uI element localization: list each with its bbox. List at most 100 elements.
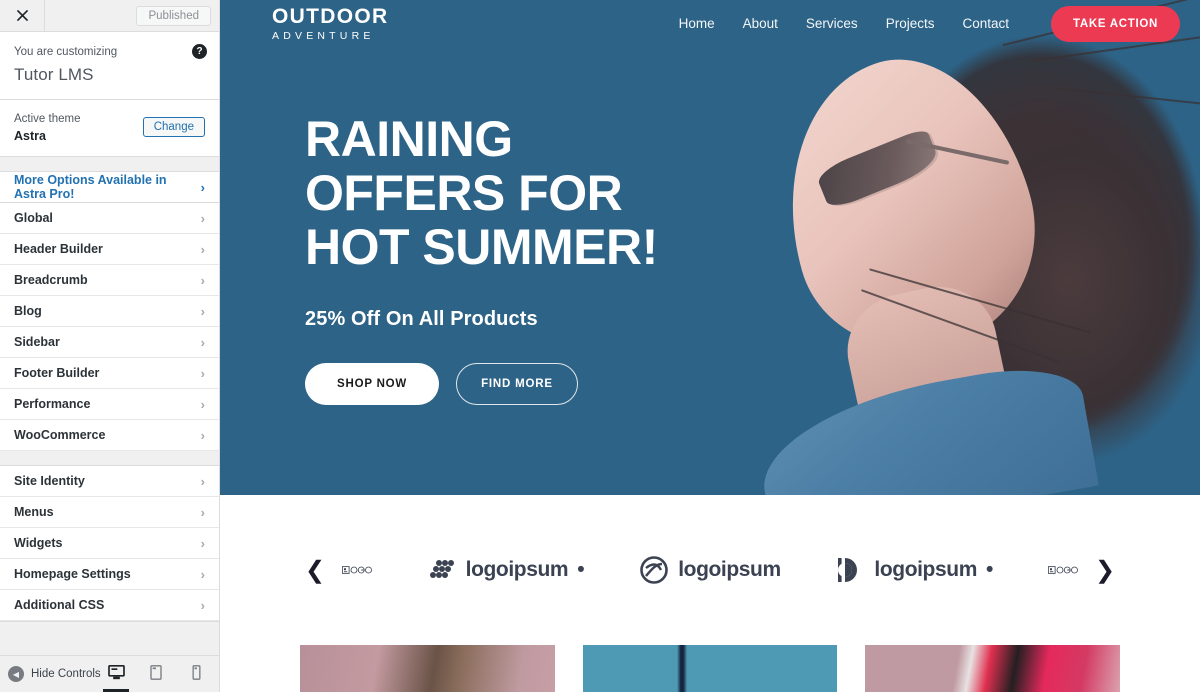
customizer-topbar: Published (0, 0, 219, 32)
publish-button[interactable]: Published (136, 5, 211, 26)
hero-heading-line2: OFFERS FOR (305, 165, 623, 221)
customizer-footer: ◀ Hide Controls (0, 655, 219, 692)
sidebar-item-performance[interactable]: Performance › (0, 389, 219, 421)
sidebar-item-footer-builder[interactable]: Footer Builder › (0, 358, 219, 390)
take-action-button[interactable]: TAKE ACTION (1051, 5, 1180, 42)
chevron-right-icon: › (200, 334, 205, 350)
hero-content: RAINING OFFERS FOR HOT SUMMER! 25% Off O… (220, 47, 1200, 405)
hero-buttons: SHOP NOW FIND MORE (305, 363, 1200, 405)
chevron-right-icon: › (200, 504, 205, 520)
sidebar-item-homepage-settings[interactable]: Homepage Settings › (0, 559, 219, 591)
sidebar-item-label: More Options Available in Astra Pro! (14, 173, 167, 202)
product-card-1[interactable] (300, 645, 555, 692)
tablet-preview-button[interactable] (143, 656, 169, 692)
site-preview-frame: OUTDOOR ADVENTURE Home About Services Pr… (220, 0, 1200, 692)
sidebar-item-astra-pro[interactable]: More Options Available in Astra Pro! › (0, 172, 219, 204)
sidebar-item-label: WooCommerce (14, 428, 106, 443)
site-logo-line2: ADVENTURE (272, 29, 375, 42)
logo-square-circles-mark (342, 566, 372, 574)
sidebar-item-label: Breadcrumb (14, 273, 88, 288)
find-more-button[interactable]: FIND MORE (456, 363, 578, 405)
logo-square-circles-mark (1047, 566, 1078, 574)
brand-logo-dot: • (577, 558, 585, 581)
brand-logo-label: logoipsum (465, 558, 569, 581)
customizer-panel-list-secondary: Site Identity › Menus › Widgets › Homepa… (0, 465, 219, 622)
site-logo[interactable]: OUTDOOR ADVENTURE (272, 6, 388, 42)
sidebar-item-label: Site Identity (14, 474, 85, 489)
hero-heading-line1: RAINING (305, 111, 513, 167)
panel-group-gap (0, 451, 219, 466)
chevron-right-icon: › (200, 303, 205, 319)
sidebar-item-header-builder[interactable]: Header Builder › (0, 234, 219, 266)
active-theme-row: Active theme Astra Change (0, 100, 219, 158)
nav-link-services[interactable]: Services (806, 16, 858, 31)
customizing-info: You are customizing Tutor LMS ? (0, 32, 219, 101)
customizer-app: Published You are customizing Tutor LMS … (0, 0, 1200, 692)
brand-logo-1[interactable] (342, 555, 372, 585)
brand-logo-4[interactable]: logoipsum • (835, 555, 993, 585)
shop-now-button[interactable]: SHOP NOW (305, 363, 440, 405)
hero-subheading: 25% Off On All Products (305, 308, 538, 330)
brand-logo-5[interactable] (1047, 555, 1078, 585)
sidebar-item-widgets[interactable]: Widgets › (0, 528, 219, 560)
logo-carousel-track: logoipsum • logoipsum logoipsum • (330, 555, 1090, 585)
hero-heading-line3: HOT SUMMER! (305, 219, 658, 275)
mobile-preview-button[interactable] (183, 656, 209, 692)
brand-logo-2[interactable]: logoipsum • (427, 555, 585, 585)
customizing-label: You are customizing (14, 46, 118, 58)
hide-controls-label: Hide Controls (31, 668, 101, 680)
product-card-2[interactable] (582, 645, 838, 692)
close-icon[interactable] (0, 0, 45, 31)
hide-controls-button[interactable]: ◀ Hide Controls (8, 666, 103, 682)
sidebar-item-label: Sidebar (14, 335, 60, 350)
sidebar-item-label: Header Builder (14, 242, 103, 257)
chevron-right-icon: › (200, 365, 205, 381)
active-theme-name: Astra (14, 129, 46, 144)
sidebar-item-label: Menus (14, 505, 54, 520)
sidebar-item-sidebar[interactable]: Sidebar › (0, 327, 219, 359)
sidebar-item-global[interactable]: Global › (0, 203, 219, 235)
brand-logo-3[interactable]: logoipsum (639, 555, 781, 585)
sidebar-item-label: Global (14, 211, 53, 226)
sidebar-item-breadcrumb[interactable]: Breadcrumb › (0, 265, 219, 297)
change-theme-button[interactable]: Change (142, 117, 205, 138)
active-theme-label: Active theme (14, 113, 81, 126)
site-header: OUTDOOR ADVENTURE Home About Services Pr… (220, 0, 1200, 47)
sidebar-item-label: Additional CSS (14, 598, 105, 613)
collapse-icon: ◀ (8, 666, 24, 682)
nav-link-about[interactable]: About (743, 16, 778, 31)
chevron-right-icon: › (200, 272, 205, 288)
chevron-right-icon: › (200, 566, 205, 582)
product-card-3[interactable] (865, 645, 1121, 692)
sidebar-item-additional-css[interactable]: Additional CSS › (0, 590, 219, 622)
primary-navigation: Home About Services Projects Contact TAK… (679, 5, 1180, 42)
sidebar-item-blog[interactable]: Blog › (0, 296, 219, 328)
sidebar-item-menus[interactable]: Menus › (0, 497, 219, 529)
nav-link-home[interactable]: Home (679, 16, 715, 31)
chevron-right-icon: › (200, 241, 205, 257)
active-theme-info: Active theme Astra (14, 111, 80, 143)
nav-link-projects[interactable]: Projects (886, 16, 935, 31)
sidebar-item-label: Homepage Settings (14, 567, 131, 582)
chevron-right-icon[interactable]: ❯ (1090, 556, 1120, 585)
chevron-left-icon[interactable]: ❮ (300, 556, 330, 585)
customizer-sidebar: Published You are customizing Tutor LMS … (0, 0, 220, 692)
brand-logo-label: logoipsum (678, 558, 781, 581)
brand-logo-label: logoipsum (874, 558, 977, 581)
sidebar-item-site-identity[interactable]: Site Identity › (0, 466, 219, 498)
sidebar-item-label: Footer Builder (14, 366, 100, 381)
chevron-right-icon: › (200, 179, 205, 195)
desktop-preview-button[interactable] (103, 656, 129, 692)
logo-carousel: ❮ logoipsum • logoipsum logoipsum • ❯ (220, 495, 1200, 645)
hero-section: OUTDOOR ADVENTURE Home About Services Pr… (220, 0, 1200, 495)
chevron-right-icon: › (200, 427, 205, 443)
hero-heading: RAINING OFFERS FOR HOT SUMMER! (305, 112, 865, 274)
panel-list-tail (0, 621, 219, 623)
sidebar-item-woocommerce[interactable]: WooCommerce › (0, 420, 219, 452)
customizer-scroll-area: You are customizing Tutor LMS ? Active t… (0, 32, 219, 655)
help-icon[interactable]: ? (192, 44, 207, 59)
customizing-target: Tutor LMS (14, 65, 94, 85)
nav-link-contact[interactable]: Contact (962, 16, 1009, 31)
device-preview-switcher (103, 656, 209, 692)
